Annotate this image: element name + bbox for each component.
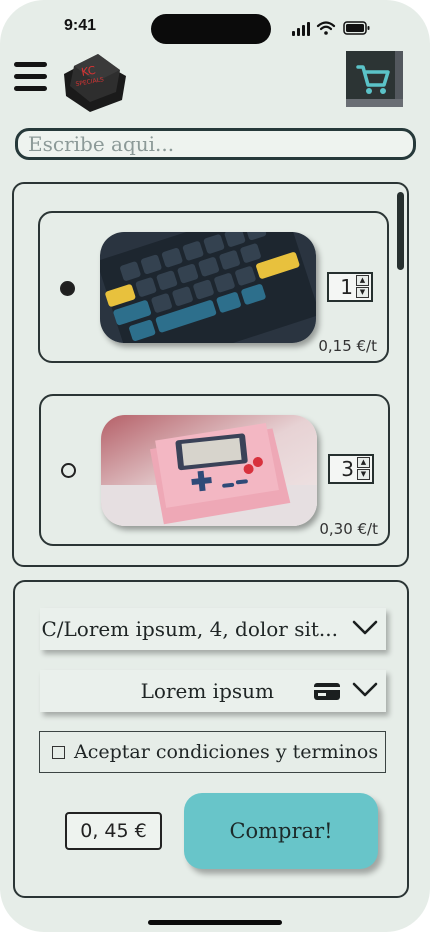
quantity-stepper[interactable]: 3 ▲ ▼: [328, 454, 374, 484]
hamburger-menu-icon[interactable]: [14, 62, 48, 96]
search-input[interactable]: [15, 128, 416, 160]
quantity-up-icon[interactable]: ▲: [357, 457, 370, 468]
shopping-cart-icon[interactable]: [346, 51, 403, 107]
product-image-keyboard: [100, 232, 316, 343]
quantity-value: 3: [341, 457, 354, 481]
product-list-scrollbar[interactable]: [397, 192, 404, 270]
dynamic-island: [151, 14, 271, 44]
terms-checkbox[interactable]: [52, 745, 65, 759]
home-indicator: [148, 920, 282, 925]
quantity-stepper[interactable]: 1 ▲ ▼: [327, 272, 373, 302]
signal-icon: [292, 22, 310, 36]
terms-checkbox-row[interactable]: Aceptar condiciones y terminos: [39, 731, 386, 773]
status-icons: [292, 21, 370, 36]
product-card[interactable]: 1 ▲ ▼ 0,15 €/t: [38, 211, 389, 363]
quantity-value: 1: [340, 275, 353, 299]
product-select-radio[interactable]: [60, 281, 75, 296]
credit-card-icon: [314, 683, 340, 700]
quantity-up-icon[interactable]: ▲: [356, 275, 369, 286]
quantity-down-icon[interactable]: ▼: [356, 287, 369, 298]
status-time: 9:41: [64, 17, 97, 34]
terms-label: Aceptar condiciones y terminos: [74, 741, 379, 763]
unit-price: 0,15 €/t: [318, 337, 377, 355]
wifi-icon: [316, 21, 336, 35]
payment-value: Lorem ipsum: [140, 679, 274, 703]
payment-select[interactable]: Lorem ipsum: [40, 670, 386, 712]
kc-specials-logo: KC SPECIALS: [64, 54, 126, 112]
address-select[interactable]: C/Lorem ipsum, 4, dolor sit...: [40, 608, 386, 650]
address-value: C/Lorem ipsum, 4, dolor sit...: [41, 617, 338, 641]
battery-icon: [343, 21, 370, 35]
logo-text-top: KC: [80, 64, 97, 79]
product-image-gameboy-keycap: [101, 415, 317, 526]
quantity-down-icon[interactable]: ▼: [357, 469, 370, 480]
unit-price: 0,30 €/t: [319, 520, 378, 538]
chevron-down-icon[interactable]: [352, 620, 378, 636]
order-total: 0, 45 €: [65, 812, 162, 850]
phone-screen: 9:41 KC SPECIALS Escribe aqui... 1 ▲ ▼ 0…: [0, 0, 430, 932]
product-card[interactable]: 3 ▲ ▼ 0,30 €/t: [39, 394, 390, 546]
chevron-down-icon[interactable]: [352, 682, 378, 698]
buy-button[interactable]: Comprar!: [184, 793, 378, 869]
product-select-radio[interactable]: [61, 463, 76, 478]
